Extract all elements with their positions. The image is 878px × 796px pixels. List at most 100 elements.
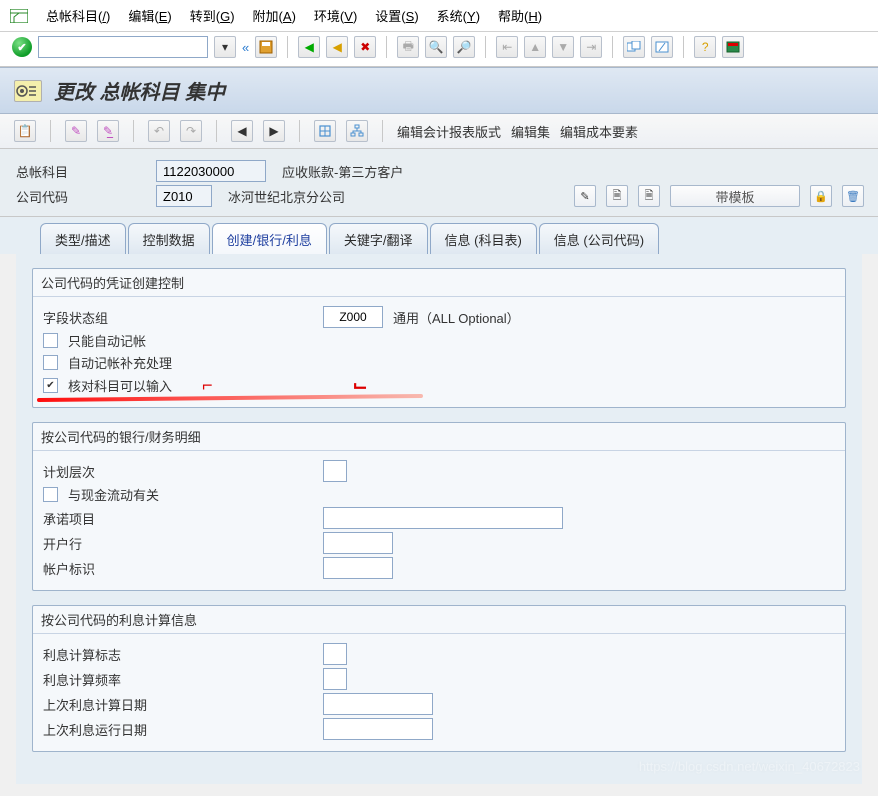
where-used-icon[interactable]	[314, 120, 336, 142]
next-page-icon[interactable]: ▼	[552, 36, 574, 58]
menu-environment[interactable]: 环境(V)	[314, 6, 357, 25]
company-code-field[interactable]	[156, 185, 212, 207]
window-menu-icon[interactable]	[10, 7, 28, 25]
menu-goto[interactable]: 转到(G)	[190, 6, 235, 25]
save-icon[interactable]	[255, 36, 277, 58]
dropdown-icon[interactable]: ▾	[214, 36, 236, 58]
interest-indicator-field[interactable]	[323, 643, 347, 665]
field-status-group-field[interactable]	[323, 306, 383, 328]
next-item-icon[interactable]: ▶	[263, 120, 285, 142]
menu-system[interactable]: 系统(Y)	[437, 6, 480, 25]
redo-icon[interactable]: ↷	[180, 120, 202, 142]
delete-icon[interactable]: 🗑	[842, 185, 864, 207]
command-field[interactable]	[38, 36, 208, 58]
tab-content: 公司代码的凭证创建控制 字段状态组 通用（ALL Optional） 只能自动记…	[16, 254, 862, 784]
menu-edit[interactable]: 编辑(E)	[128, 6, 171, 25]
commitment-item-field[interactable]	[323, 507, 563, 529]
back-icon[interactable]: ◀	[298, 36, 320, 58]
menu-extras[interactable]: 附加(A)	[253, 6, 296, 25]
group-bank-financial-title: 按公司代码的银行/财务明细	[33, 423, 845, 451]
edit-cost-element-button[interactable]: 编辑成本要素	[560, 122, 638, 141]
group-doc-creation-control-title: 公司代码的凭证创建控制	[33, 269, 845, 297]
prev-page-icon[interactable]: ▲	[524, 36, 546, 58]
recon-acct-input-label: 核对科目可以输入	[68, 376, 172, 395]
first-page-icon[interactable]: ⇤	[496, 36, 518, 58]
title-bar: 更改 总帐科目 集中	[0, 67, 878, 114]
tab-create-bank-interest[interactable]: 创建/银行/利息	[212, 223, 327, 254]
menu-settings[interactable]: 设置(S)	[375, 6, 418, 25]
company-code-label: 公司代码	[16, 187, 146, 206]
doc2-icon[interactable]: 🗎	[638, 185, 660, 207]
planning-level-label: 计划层次	[43, 462, 313, 481]
field-status-group-label: 字段状态组	[43, 308, 313, 327]
prev-item-icon[interactable]: ◀	[231, 120, 253, 142]
lock-icon[interactable]: 🔒	[810, 185, 832, 207]
edit-icon[interactable]: ✎	[574, 185, 596, 207]
undo-icon[interactable]: ↶	[148, 120, 170, 142]
interest-frequency-label: 利息计算频率	[43, 670, 313, 689]
display-toggle-icon[interactable]: ✎	[65, 120, 87, 142]
house-bank-label: 开户行	[43, 534, 313, 553]
new-session-icon[interactable]	[623, 36, 645, 58]
last-interest-run-date-field[interactable]	[323, 718, 433, 740]
paste-icon[interactable]: 📋	[14, 120, 36, 142]
other-object-icon[interactable]: ✎̲	[97, 120, 119, 142]
post-automatically-checkbox[interactable]	[43, 333, 58, 348]
supplement-auto-postings-label: 自动记帐补充处理	[68, 353, 172, 372]
action-toolbar: 📋 ✎ ✎̲ ↶ ↷ ◀ ▶ 编辑会计报表版式 编辑集 编辑成本要素	[0, 114, 878, 149]
interest-indicator-label: 利息计算标志	[43, 645, 313, 664]
page-title: 更改 总帐科目 集中	[54, 76, 225, 105]
menu-help[interactable]: 帮助(H)	[498, 6, 542, 25]
find-next-icon[interactable]: 🔎	[453, 36, 475, 58]
planning-level-field[interactable]	[323, 460, 347, 482]
group-interest-calc: 按公司代码的利息计算信息 利息计算标志 利息计算频率 上次利息计算日期 上次利息…	[32, 605, 846, 752]
last-page-icon[interactable]: ⇥	[580, 36, 602, 58]
gl-account-label: 总帐科目	[16, 162, 146, 181]
recon-acct-input-checkbox[interactable]: ✔	[43, 378, 58, 393]
tab-control-data[interactable]: 控制数据	[128, 223, 210, 254]
tab-info-chart[interactable]: 信息 (科目表)	[430, 223, 537, 254]
find-icon[interactable]: 🔍	[425, 36, 447, 58]
print-icon[interactable]: 🖶	[397, 36, 419, 58]
recon-acct-row: ✔ 核对科目可以输入 ⌐ ⌙	[43, 375, 835, 396]
header-fields: 总帐科目 应收账款-第三方客户 公司代码 冰河世纪北京分公司 ✎ 🗎 🗎 带模板…	[0, 149, 878, 217]
tab-keyword-translation[interactable]: 关键字/翻译	[329, 223, 428, 254]
field-status-group-desc: 通用（ALL Optional）	[393, 308, 520, 327]
shortcut-icon[interactable]	[651, 36, 673, 58]
with-template-button[interactable]: 带模板	[670, 185, 800, 207]
cancel-icon[interactable]: ✖	[354, 36, 376, 58]
tab-type-desc[interactable]: 类型/描述	[40, 223, 126, 254]
gl-account-field[interactable]	[156, 160, 266, 182]
enter-button[interactable]: ✔	[12, 37, 32, 57]
last-interest-run-date-label: 上次利息运行日期	[43, 720, 313, 739]
cash-flow-relevant-label: 与现金流动有关	[68, 485, 159, 504]
group-doc-creation-control: 公司代码的凭证创建控制 字段状态组 通用（ALL Optional） 只能自动记…	[32, 268, 846, 408]
post-automatically-label: 只能自动记帐	[68, 331, 146, 350]
account-id-field[interactable]	[323, 557, 393, 579]
highlight-bracket-left: ⌐	[202, 375, 213, 396]
supplement-auto-postings-checkbox[interactable]	[43, 355, 58, 370]
doc-icon[interactable]: 🗎	[606, 185, 628, 207]
help-icon[interactable]: ?	[694, 36, 716, 58]
tab-info-company[interactable]: 信息 (公司代码)	[539, 223, 659, 254]
cash-flow-relevant-checkbox[interactable]	[43, 487, 58, 502]
group-interest-calc-title: 按公司代码的利息计算信息	[33, 606, 845, 634]
house-bank-field[interactable]	[323, 532, 393, 554]
ok-code-double-left-icon[interactable]: «	[242, 40, 249, 55]
menu-gl-account[interactable]: 总帐科目(/)	[46, 6, 110, 25]
account-id-label: 帐户标识	[43, 559, 313, 578]
transaction-toolbar: ✔ ▾ « ◀ ◀ ✖ 🖶 🔍 🔎 ⇤ ▲ ▼ ⇥ ?	[0, 32, 878, 67]
last-interest-calc-date-field[interactable]	[323, 693, 433, 715]
edit-set-button[interactable]: 编辑集	[511, 122, 550, 141]
group-bank-financial: 按公司代码的银行/财务明细 计划层次 与现金流动有关 承诺项目 开户行 帐户标识	[32, 422, 846, 591]
gl-account-desc: 应收账款-第三方客户	[282, 162, 403, 181]
layout-icon[interactable]	[722, 36, 744, 58]
edit-fs-version-button[interactable]: 编辑会计报表版式	[397, 122, 501, 141]
exit-icon[interactable]: ◀	[326, 36, 348, 58]
transaction-icon	[14, 80, 42, 102]
hierarchy-icon[interactable]	[346, 120, 368, 142]
interest-frequency-field[interactable]	[323, 668, 347, 690]
tabstrip: 类型/描述 控制数据 创建/银行/利息 关键字/翻译 信息 (科目表) 信息 (…	[0, 217, 878, 254]
highlight-bracket-right: ⌙	[353, 375, 368, 396]
watermark: https://blog.csdn.net/weixin_40672823	[639, 759, 860, 774]
